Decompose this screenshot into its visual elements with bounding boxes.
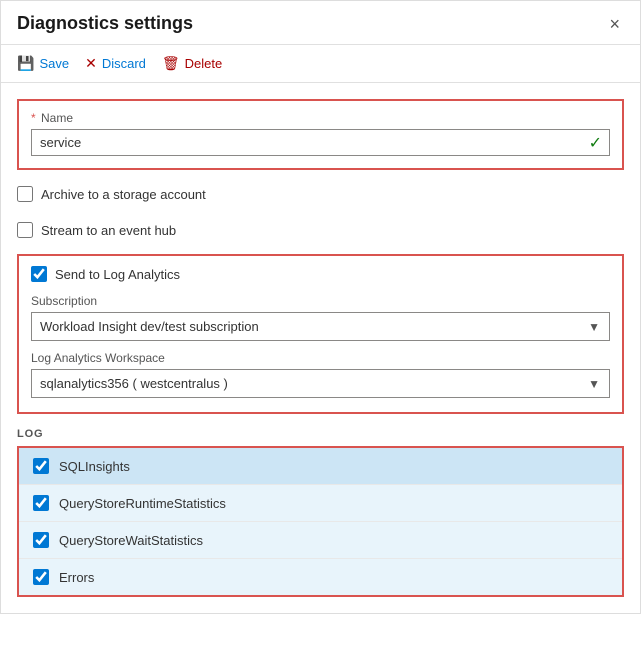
name-input[interactable] <box>31 129 610 156</box>
discard-label: Discard <box>102 56 146 71</box>
toolbar: 💾 Save ✕ Discard 🗑 Delete <box>1 45 640 83</box>
valid-checkmark-icon: ✓ <box>589 133 602 153</box>
send-log-analytics-checkbox[interactable] <box>31 266 47 282</box>
stream-checkbox[interactable] <box>17 222 33 238</box>
save-icon: 💾 <box>17 55 34 72</box>
log-checkbox-2[interactable] <box>33 532 49 548</box>
send-log-analytics-label: Send to Log Analytics <box>55 267 180 282</box>
log-row: SQLInsights <box>19 448 622 485</box>
name-section: * Name ✓ <box>17 99 624 170</box>
log-section-label: LOG <box>17 428 624 440</box>
workspace-select-wrapper: sqlanalytics356 ( westcentralus ) ▼ <box>31 369 610 398</box>
log-row: Errors <box>19 559 622 595</box>
subscription-label: Subscription <box>31 294 610 308</box>
subscription-select-wrapper: Workload Insight dev/test subscription ▼ <box>31 312 610 341</box>
stream-checkbox-row: Stream to an event hub <box>17 218 624 242</box>
archive-checkbox-row: Archive to a storage account <box>17 182 624 206</box>
log-checkbox-3[interactable] <box>33 569 49 585</box>
delete-label: Delete <box>185 56 223 71</box>
discard-icon: ✕ <box>85 55 97 72</box>
content-area: * Name ✓ Archive to a storage account St… <box>1 83 640 613</box>
diagnostics-dialog: Diagnostics settings × 💾 Save ✕ Discard … <box>0 0 641 614</box>
log-label-3: Errors <box>59 570 94 585</box>
log-row: QueryStoreWaitStatistics <box>19 522 622 559</box>
log-label-0: SQLInsights <box>59 459 130 474</box>
log-analytics-header: Send to Log Analytics <box>31 266 610 282</box>
dialog-header: Diagnostics settings × <box>1 1 640 45</box>
archive-checkbox[interactable] <box>17 186 33 202</box>
save-button[interactable]: 💾 Save <box>17 53 69 74</box>
archive-label: Archive to a storage account <box>41 187 206 202</box>
dialog-title: Diagnostics settings <box>17 13 193 34</box>
workspace-select[interactable]: sqlanalytics356 ( westcentralus ) <box>31 369 610 398</box>
log-label-1: QueryStoreRuntimeStatistics <box>59 496 226 511</box>
log-checkbox-1[interactable] <box>33 495 49 511</box>
close-button[interactable]: × <box>605 15 624 33</box>
delete-icon: 🗑 <box>162 55 180 72</box>
discard-button[interactable]: ✕ Discard <box>85 53 146 74</box>
required-star: * <box>31 111 36 125</box>
stream-label: Stream to an event hub <box>41 223 176 238</box>
save-label: Save <box>39 56 69 71</box>
workspace-label: Log Analytics Workspace <box>31 351 610 365</box>
log-checkbox-0[interactable] <box>33 458 49 474</box>
name-field-label: * Name <box>31 111 610 125</box>
name-input-wrapper: ✓ <box>31 129 610 156</box>
log-row: QueryStoreRuntimeStatistics <box>19 485 622 522</box>
delete-button[interactable]: 🗑 Delete <box>162 53 222 74</box>
log-analytics-section: Send to Log Analytics Subscription Workl… <box>17 254 624 414</box>
subscription-select[interactable]: Workload Insight dev/test subscription <box>31 312 610 341</box>
log-label-2: QueryStoreWaitStatistics <box>59 533 203 548</box>
log-table: SQLInsights QueryStoreRuntimeStatistics … <box>17 446 624 597</box>
